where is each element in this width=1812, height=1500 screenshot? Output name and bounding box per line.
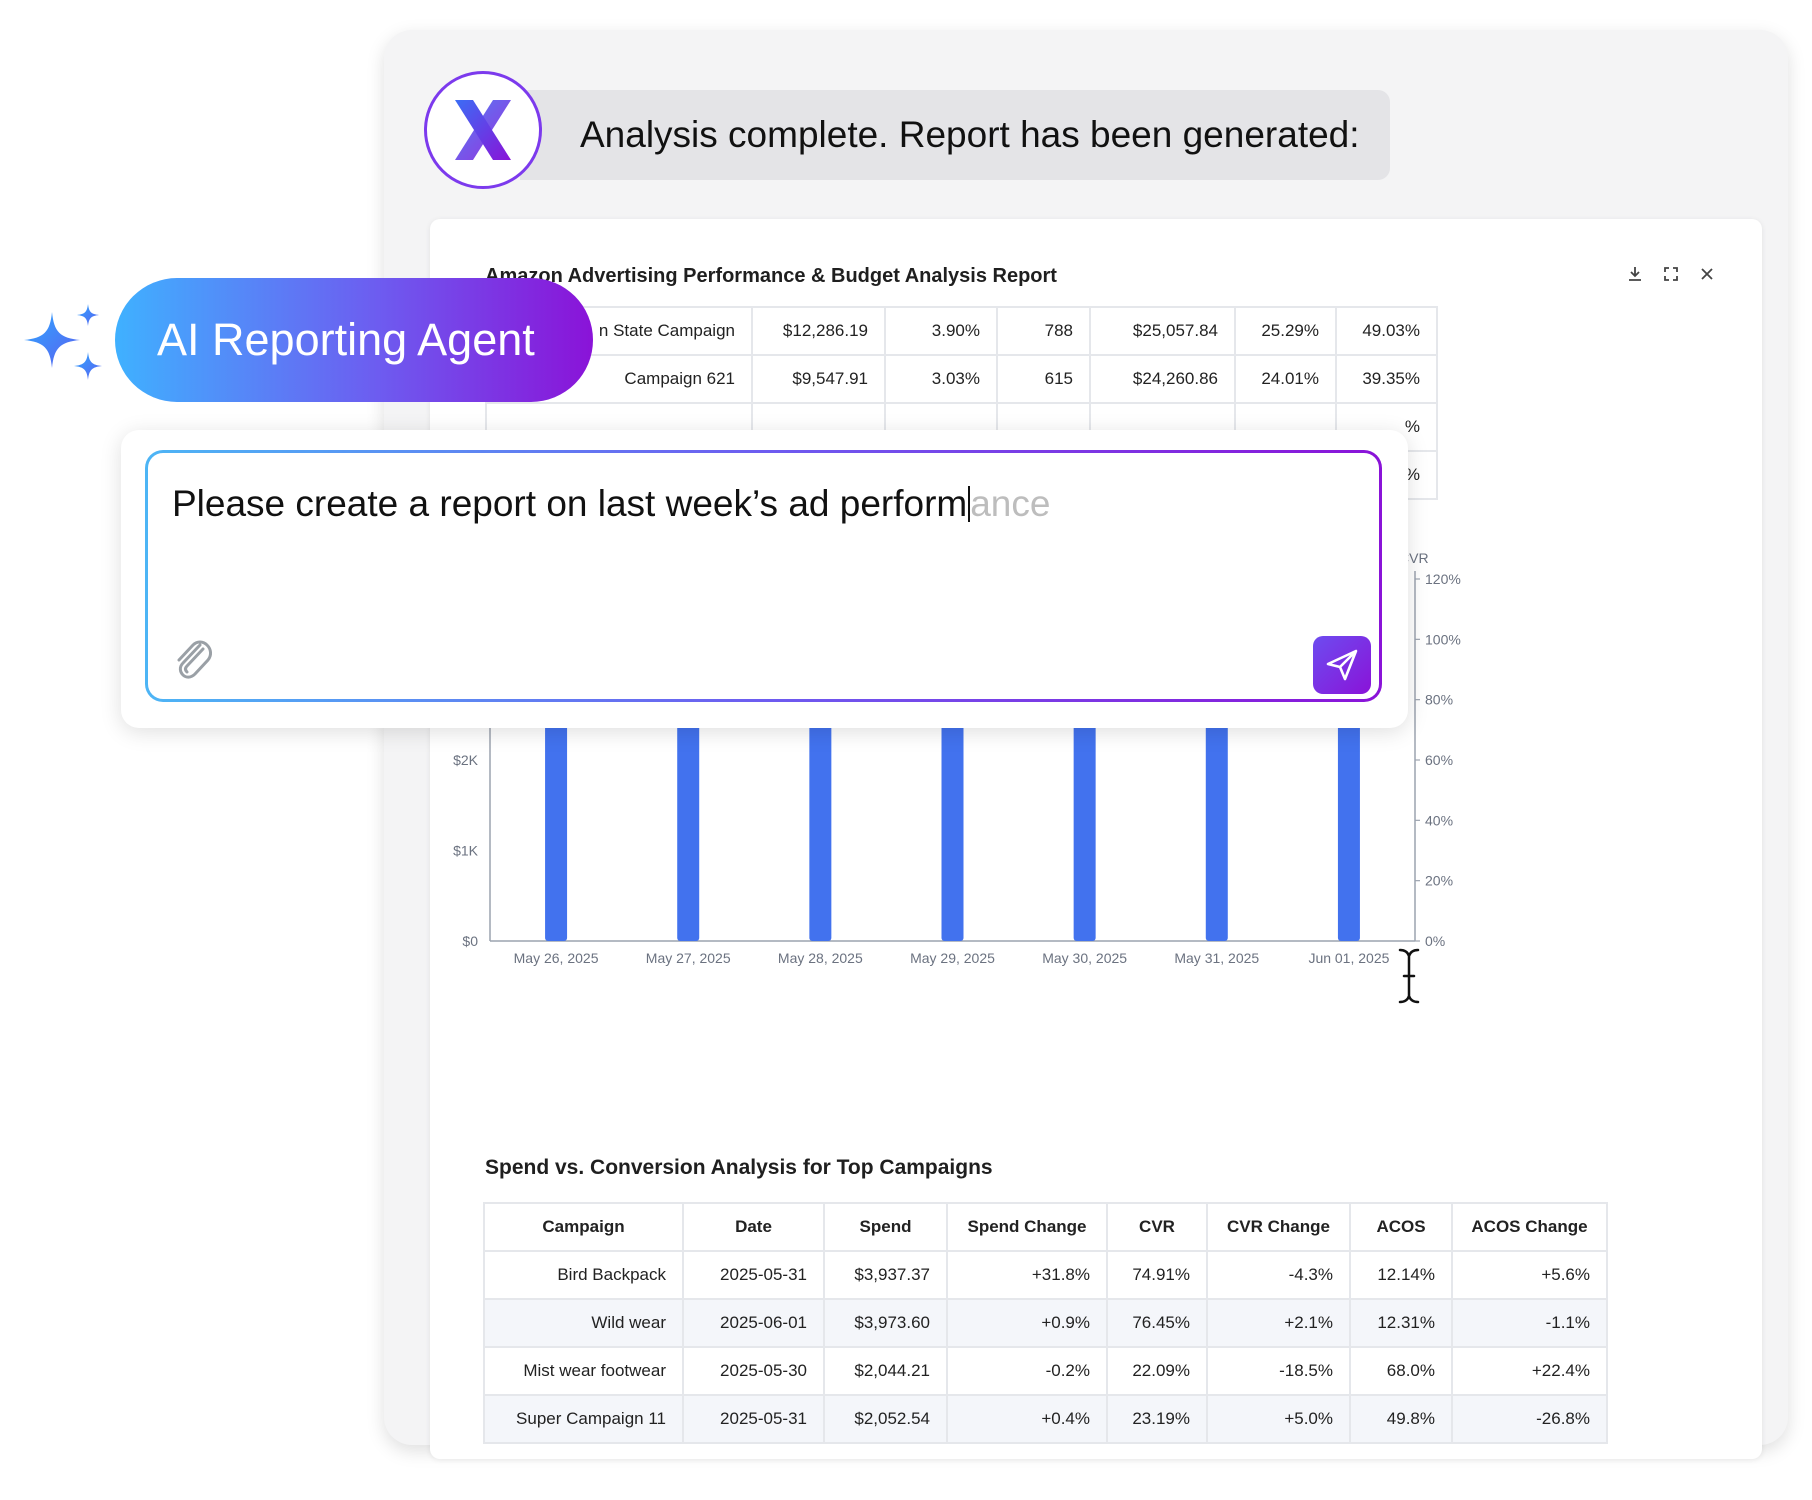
table-cell: 12.14% [1349,1250,1453,1300]
sparkle-icon [24,304,102,380]
table-cell: Wild wear [483,1298,684,1348]
column-header: CVR Change [1206,1202,1351,1252]
x-logo-icon [455,100,511,160]
table-row: Wild wear 2025-06-01 $3,973.60 +0.9% 76.45% +… [483,1298,1608,1348]
table-cell: $3,937.37 [823,1250,948,1300]
table-cell: +0.4% [946,1394,1108,1444]
prompt-input-frame: Please create a report on last week’s ad… [145,450,1382,702]
table-cell: $3,973.60 [823,1298,948,1348]
y-tick-label: $0 [462,933,478,949]
y-tick-label: 20% [1425,873,1453,889]
table-cell: Bird Backpack [483,1250,684,1300]
y-tick-label: 40% [1425,812,1453,828]
paperclip-icon[interactable] [170,633,214,681]
table-cell: -1.1% [1451,1298,1608,1348]
y-tick-label: 100% [1425,631,1461,647]
table-header-row: Campaign Date Spend Spend Change CVR CVR Chan… [483,1202,1608,1252]
table-cell: 2025-06-01 [682,1298,825,1348]
table-cell: +2.1% [1206,1298,1351,1348]
table-cell: -0.2% [946,1346,1108,1396]
table-cell: 76.45% [1106,1298,1208,1348]
y-tick-label: 0% [1425,933,1445,949]
table-cell: 12.31% [1349,1298,1453,1348]
y-tick-label: $2K [453,752,479,768]
agent-badge-label: AI Reporting Agent [157,314,535,365]
table-cell: +0.9% [946,1298,1108,1348]
table-row: Mist wear footwear 2025-05-30 $2,044.21 -0.… [483,1346,1608,1396]
table-cell: 23.19% [1106,1394,1208,1444]
prompt-typed-text: Please create a report on last week’s ad… [172,483,968,524]
prompt-card: Please create a report on last week’s ad… [121,430,1408,728]
table-cell: $2,052.54 [823,1394,948,1444]
table-cell: +5.0% [1206,1394,1351,1444]
report-card: Amazon Advertising Performance & Budget … [430,219,1762,1459]
column-header: Campaign [483,1202,684,1252]
table-cell: 2025-05-31 [682,1394,825,1444]
table-cell: -26.8% [1451,1394,1608,1444]
column-header: Spend [823,1202,948,1252]
x-tick-label: May 31, 2025 [1174,950,1259,966]
table-cell: -4.3% [1206,1250,1351,1300]
prompt-suggestion-text: ance [970,483,1051,524]
text-cursor-icon [1397,947,1421,1005]
table-cell: 74.91% [1106,1250,1208,1300]
section-title: Spend vs. Conversion Analysis for Top Ca… [485,1156,993,1179]
agent-message-bubble: Analysis complete. Report has been gener… [520,90,1390,180]
x-tick-label: May 28, 2025 [778,950,863,966]
table-cell: $2,044.21 [823,1346,948,1396]
agent-message-text: Analysis complete. Report has been gener… [580,114,1360,155]
y-tick-label: 60% [1425,752,1453,768]
table-cell: -18.5% [1206,1346,1351,1396]
y-tick-label: 120% [1425,571,1461,587]
x-tick-label: Jun 01, 2025 [1308,950,1389,966]
x-tick-label: May 30, 2025 [1042,950,1127,966]
table-cell: 2025-05-30 [682,1346,825,1396]
prompt-input[interactable]: Please create a report on last week’s ad… [148,453,1379,699]
table-cell: Mist wear footwear [483,1346,684,1396]
column-header: ACOS Change [1451,1202,1608,1252]
prompt-text[interactable]: Please create a report on last week’s ad… [172,483,1050,525]
send-icon [1326,649,1358,681]
x-tick-label: May 27, 2025 [646,950,731,966]
table-cell: +5.6% [1451,1250,1608,1300]
column-header: Spend Change [946,1202,1108,1252]
table-row: Super Campaign 11 2025-05-31 $2,052.54 +0.4… [483,1394,1608,1444]
agent-badge: AI Reporting Agent [115,278,593,402]
table-row: Bird Backpack 2025-05-31 $3,937.37 +31.8% 74… [483,1250,1608,1300]
send-button[interactable] [1313,636,1371,694]
table-cell: 22.09% [1106,1346,1208,1396]
column-header: ACOS [1349,1202,1453,1252]
table-cell: +31.8% [946,1250,1108,1300]
agent-avatar [424,71,542,189]
x-tick-label: May 26, 2025 [514,950,599,966]
table-cell: 49.8% [1349,1394,1453,1444]
spend-conversion-table: Campaign Date Spend Spend Change CVR CVR Chan… [483,1202,1608,1444]
y-tick-label: $1K [453,843,479,859]
x-tick-label: May 29, 2025 [910,950,995,966]
table-cell: 68.0% [1349,1346,1453,1396]
table-cell: Super Campaign 11 [483,1394,684,1444]
table-cell: 2025-05-31 [682,1250,825,1300]
column-header: CVR [1106,1202,1208,1252]
table-cell: +22.4% [1451,1346,1608,1396]
y-tick-label: 80% [1425,692,1453,708]
column-header: Date [682,1202,825,1252]
